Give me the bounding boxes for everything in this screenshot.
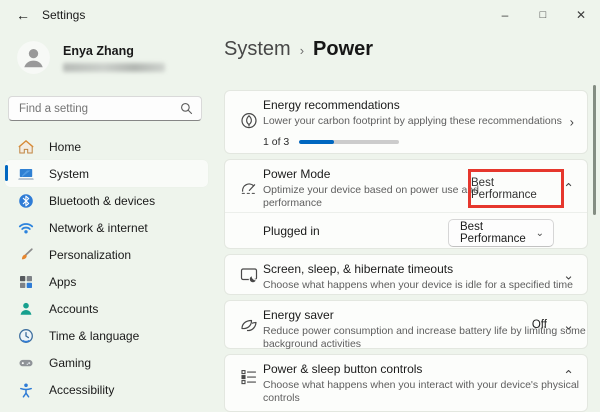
sidebar-item-label: Home <box>49 140 81 154</box>
card-title: Screen, sleep, & hibernate timeouts <box>263 262 573 277</box>
system-icon <box>18 166 34 182</box>
sidebar-nav: Home System Bluetooth & devices Network … <box>5 133 208 403</box>
power-sleep-button-controls-card[interactable]: Power & sleep button controls Choose wha… <box>224 354 588 412</box>
dropdown-value: Best Performance <box>460 221 536 245</box>
sidebar-item-bluetooth-devices[interactable]: Bluetooth & devices <box>5 187 208 214</box>
accessibility-icon <box>18 382 34 398</box>
power-mode-card[interactable]: Power Mode Optimize your device based on… <box>224 159 588 249</box>
card-title: Energy recommendations <box>263 98 562 113</box>
sidebar-item-time-language[interactable]: Time & language <box>5 322 208 349</box>
progress-label: 1 of 3 <box>263 136 289 148</box>
scrollbar[interactable] <box>593 85 596 215</box>
sidebar-item-apps[interactable]: Apps <box>5 268 208 295</box>
energy-saver-card[interactable]: Energy saver Reduce power consumption an… <box>224 300 588 349</box>
screen-moon-icon <box>239 265 259 285</box>
chevron-down-icon[interactable]: ⌄ <box>563 318 574 331</box>
card-subtitle: Lower your carbon footprint by applying … <box>263 115 562 128</box>
breadcrumb-system[interactable]: System <box>224 38 291 61</box>
time-language-clock-icon <box>18 328 34 344</box>
settings-window: ← Settings – □ ✕ Enya Zhang <box>0 0 600 402</box>
sidebar-item-network-internet[interactable]: Network & internet <box>5 214 208 241</box>
sidebar-item-label: Time & language <box>49 329 139 343</box>
sidebar-item-label: Accounts <box>49 302 98 316</box>
annotation-highlight-box: Best Performance <box>468 169 564 208</box>
chevron-up-icon[interactable]: ⌃ <box>563 369 574 382</box>
sidebar-item-personalization[interactable]: Personalization <box>5 241 208 268</box>
accounts-person-icon <box>18 301 34 317</box>
apps-icon <box>18 274 34 290</box>
gaming-controller-icon <box>18 355 34 371</box>
avatar <box>17 41 50 74</box>
account-name: Enya Zhang <box>63 44 165 58</box>
sidebar-item-gaming[interactable]: Gaming <box>5 349 208 376</box>
sidebar-item-accounts[interactable]: Accounts <box>5 295 208 322</box>
bluetooth-icon <box>18 193 34 209</box>
screen-sleep-timeouts-card[interactable]: Screen, sleep, & hibernate timeouts Choo… <box>224 254 588 295</box>
account-email-redacted <box>63 63 165 72</box>
chevron-down-icon[interactable]: ⌄ <box>563 268 574 281</box>
chevron-right-icon: › <box>300 41 304 58</box>
search-icon <box>180 102 193 115</box>
search-input[interactable] <box>17 102 180 116</box>
personalization-brush-icon <box>18 247 34 263</box>
sidebar-item-home[interactable]: Home <box>5 133 208 160</box>
home-icon <box>18 139 34 155</box>
back-button[interactable]: ← <box>10 3 36 27</box>
card-subtitle: Optimize your device based on power use … <box>263 184 479 210</box>
sidebar-item-label: Gaming <box>49 356 91 370</box>
chevron-up-icon[interactable]: ⌃ <box>563 182 574 195</box>
back-arrow-icon: ← <box>16 7 30 23</box>
card-title: Power Mode <box>263 167 479 182</box>
sidebar-item-system[interactable]: System <box>5 160 208 187</box>
plugged-in-dropdown[interactable]: Best Performance ⌄ <box>448 219 554 247</box>
energy-saver-state: Off <box>532 319 547 331</box>
search-box <box>8 96 202 121</box>
card-subtitle: Choose what happens when you interact wi… <box>263 379 587 405</box>
breadcrumb: System › Power <box>224 38 373 61</box>
power-mode-gauge-icon <box>239 178 259 198</box>
card-subtitle: Choose what happens when your device is … <box>263 279 573 292</box>
recommendations-progress: 1 of 3 <box>263 136 562 148</box>
progress-fill <box>299 140 334 144</box>
eco-leaf-icon <box>239 111 259 131</box>
progress-bar <box>299 140 399 144</box>
sidebar-item-label: Bluetooth & devices <box>49 194 155 208</box>
chevron-right-icon[interactable]: › <box>570 116 574 129</box>
controls-list-icon <box>239 367 259 387</box>
sidebar-item-label: Network & internet <box>49 221 148 235</box>
sidebar-item-label: Apps <box>49 275 76 289</box>
power-mode-value[interactable]: Best Performance <box>471 177 561 201</box>
person-icon <box>17 41 50 74</box>
energy-recommendations-card[interactable]: Energy recommendations Lower your carbon… <box>224 90 588 154</box>
sidebar-item-label: Personalization <box>49 248 131 262</box>
network-wifi-icon <box>18 220 34 236</box>
window-title: Settings <box>42 8 85 22</box>
chevron-down-icon: ⌄ <box>536 228 544 239</box>
energy-saver-leaf-icon <box>239 315 259 335</box>
plugged-in-label: Plugged in <box>263 224 320 238</box>
divider <box>225 212 587 213</box>
sidebar-item-label: Accessibility <box>49 383 114 397</box>
card-title: Power & sleep button controls <box>263 362 587 377</box>
main-content: System › Power Energy recommendations Lo… <box>224 0 588 402</box>
account-section: Enya Zhang <box>17 41 165 74</box>
sidebar-item-label: System <box>49 167 89 181</box>
sidebar-item-accessibility[interactable]: Accessibility <box>5 376 208 403</box>
page-title: Power <box>313 38 373 61</box>
